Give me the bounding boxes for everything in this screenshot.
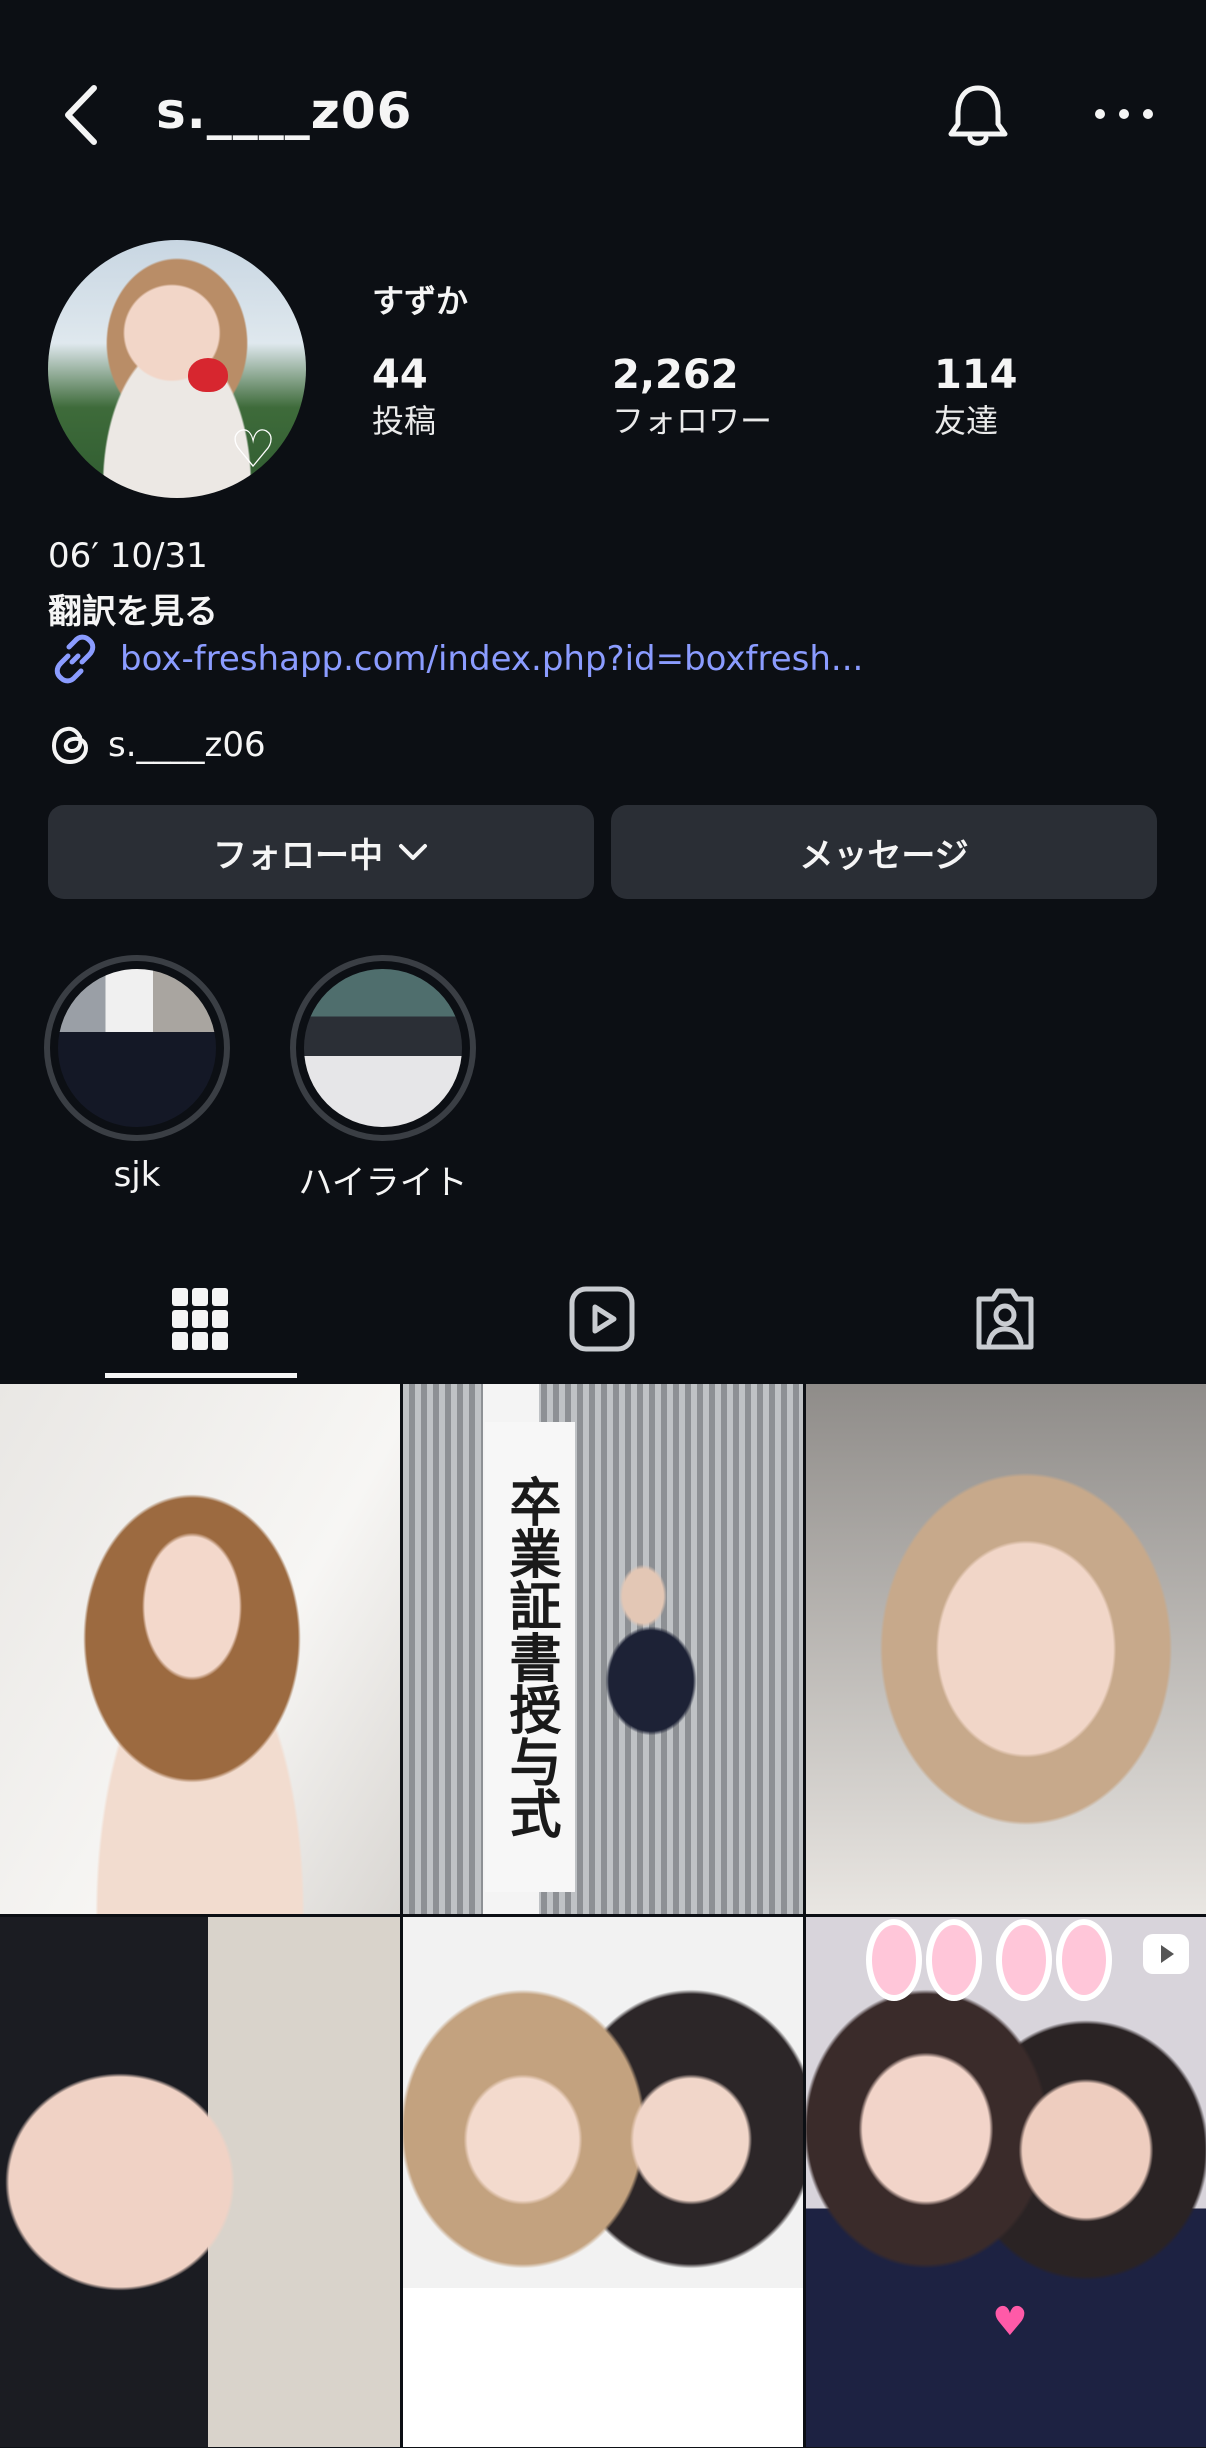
heart-sticker-icon: ♡ [229,420,277,480]
highlight-ring [44,955,230,1141]
followers-stat[interactable]: 2,262 フォロワー [612,350,772,442]
posts-grid: 卒業証書授与式 ♥ [0,1384,1206,2448]
active-tab-indicator [105,1373,297,1378]
friends-stat[interactable]: 114 友達 [934,350,1018,442]
more-horizontal-icon [1095,109,1153,119]
profile-link-text[interactable]: box-freshapp.com/index.php?id=boxfresh..… [120,639,863,679]
bunny-ear-shape [1056,1919,1112,2001]
tagged-person-icon [976,1288,1034,1350]
tab-tagged[interactable] [905,1255,1105,1383]
profile-tabs [0,1255,1206,1383]
threads-icon [51,726,89,765]
highlight-cover [304,969,462,1127]
notifications-button[interactable] [940,78,1016,154]
followers-label: フォロワー [612,402,773,440]
highlight-ring [290,955,476,1141]
bell-icon [948,85,1008,146]
more-options-button[interactable] [1090,90,1158,138]
followers-count: 2,262 [612,352,739,398]
highlight-cover [58,969,216,1127]
friends-count: 114 [934,352,1018,398]
threads-badge[interactable]: s.____z06 [48,718,266,772]
following-label: フォロー中 [213,835,383,876]
post-thumbnail[interactable]: 卒業証書授与式 [403,1384,803,1914]
page-title: s.____z06 [156,82,413,140]
heart-sticker-icon: ♥ [992,2299,1028,2345]
chevron-left-icon [65,85,97,145]
highlight-item[interactable]: ハイライト [286,955,480,1204]
translate-link[interactable]: 翻訳を見る [48,584,218,633]
post-thumbnail[interactable] [403,1917,803,2447]
following-button[interactable]: フォロー中 [48,805,594,899]
message-label: メッセージ [799,835,969,876]
bunny-ear-shape [926,1919,982,2001]
ceremony-sign: 卒業証書授与式 [485,1422,575,1892]
threads-handle: s.____z06 [108,725,266,765]
chevron-down-icon [397,841,429,863]
bio-text: 06′ 10/31 [48,536,208,576]
bunny-ear-shape [866,1919,922,2001]
link-icon [54,634,96,684]
highlight-label: sjk [113,1155,161,1195]
display-name: すずか [372,282,469,320]
highlight-item[interactable]: sjk [40,955,234,1195]
grid-icon [172,1288,228,1350]
highlight-label: ハイライト [298,1163,468,1203]
message-button[interactable]: メッセージ [611,805,1157,899]
reels-icon [569,1286,635,1352]
strawberry-shape [188,358,228,392]
posts-stat[interactable]: 44 投稿 [372,350,436,442]
post-thumbnail[interactable] [0,1384,400,1914]
tab-reels[interactable] [502,1255,702,1383]
tab-posts-grid[interactable] [100,1255,300,1383]
bunny-ear-shape [996,1919,1052,2001]
posts-label: 投稿 [372,402,437,440]
post-thumbnail[interactable] [0,1917,400,2447]
profile-link[interactable]: box-freshapp.com/index.php?id=boxfresh..… [48,632,863,686]
reel-badge-icon [1140,1931,1192,1977]
back-button[interactable] [52,80,112,150]
post-thumbnail[interactable] [806,1384,1206,1914]
posts-count: 44 [372,352,428,398]
profile-avatar[interactable]: ♡ [48,240,306,498]
post-thumbnail[interactable]: ♥ [806,1917,1206,2447]
friends-label: 友達 [934,402,999,440]
